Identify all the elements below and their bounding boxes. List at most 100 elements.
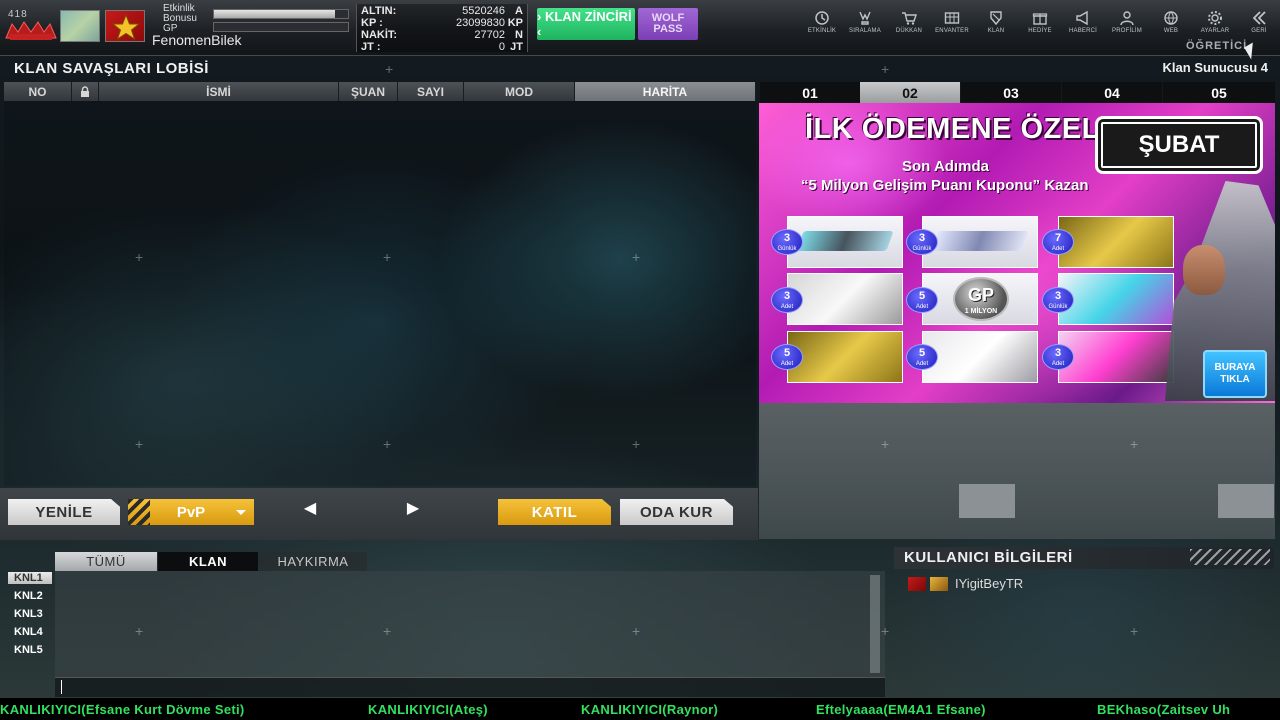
- column-map[interactable]: HARİTA: [575, 82, 756, 101]
- event-bonus-label: Etkinlik Bonusu: [163, 3, 197, 24]
- channel-knl2[interactable]: KNL2: [8, 590, 52, 602]
- crosshair-decoration: +: [385, 61, 394, 77]
- ticker-item: Eftelyaaaa(EM4A1 Efsane): [816, 702, 986, 717]
- inventory-icon: [944, 12, 960, 24]
- rank-badge[interactable]: [105, 10, 145, 42]
- banner-info-area: [759, 403, 1275, 539]
- channel-knl4[interactable]: KNL4: [8, 626, 52, 638]
- banner-tab-02[interactable]: 02: [860, 82, 960, 103]
- chat-tab-all[interactable]: TÜMÜ: [55, 552, 157, 571]
- banner-tab-04[interactable]: 04: [1062, 82, 1162, 103]
- username: FenomenBilek: [152, 32, 242, 48]
- profile-icon: [1120, 11, 1134, 26]
- nav-clan[interactable]: KLAN: [975, 10, 1017, 34]
- prize-count-badge: 7 Adet: [1042, 229, 1074, 255]
- room-list[interactable]: [4, 101, 756, 486]
- banner-subtitle-2: “5 Milyon Gelişim Puanı Kuponu” Kazan: [801, 177, 1089, 194]
- column-current[interactable]: ŞUAN: [339, 82, 398, 101]
- globe-icon: [1164, 11, 1178, 25]
- next-page-button[interactable]: ▶: [403, 499, 423, 519]
- ticker-item: KANLIKIYICI(Efsane Kurt Dövme Seti): [0, 702, 245, 717]
- nav-gift[interactable]: HEDİYE: [1019, 10, 1061, 34]
- chat-tab-clan[interactable]: KLAN: [158, 552, 258, 571]
- prize-item: [1058, 273, 1174, 325]
- banner-month: ŞUBAT: [1095, 116, 1263, 174]
- channel-knl3[interactable]: KNL3: [8, 608, 52, 620]
- clan-chain-button[interactable]: › KLAN ZİNCİRİ ‹: [537, 8, 635, 40]
- banner-subtitle: Son Adımda: [902, 158, 989, 175]
- nav-profile[interactable]: PROFİLİM: [1106, 10, 1148, 34]
- lock-icon: [81, 86, 89, 97]
- nav-messenger[interactable]: HABERCİ: [1062, 10, 1104, 34]
- chat-scrollbar[interactable]: [870, 575, 880, 673]
- gear-icon: [1208, 11, 1222, 25]
- tutorial-button[interactable]: ÖĞRETİCİ: [1186, 40, 1247, 52]
- prize-item: [1058, 216, 1174, 268]
- crosshair-decoration: +: [881, 61, 890, 77]
- gift-icon: [1032, 13, 1048, 25]
- prev-page-button[interactable]: ◀: [300, 499, 320, 519]
- crosshair-decoration: +: [135, 436, 144, 452]
- column-count[interactable]: SAYI: [398, 82, 464, 101]
- lobby-title: KLAN SAVAŞLARI LOBİSİ: [14, 60, 209, 77]
- ticker-item: KANLIKIYICI(Ateş): [368, 702, 488, 717]
- click-here-button[interactable]: BURAYA TIKLA: [1203, 350, 1267, 398]
- create-room-button[interactable]: ODA KUR: [620, 499, 733, 525]
- prize-count-badge: 5 Adet: [771, 344, 803, 370]
- nav-web[interactable]: WEB: [1150, 10, 1192, 34]
- nav-shop[interactable]: DÜKKAN: [888, 10, 930, 34]
- chat-tab-shout[interactable]: HAYKIRMA: [259, 552, 367, 571]
- column-name[interactable]: İSMİ: [99, 82, 339, 101]
- column-mode[interactable]: MOD: [464, 82, 575, 101]
- banner-tab-03[interactable]: 03: [961, 82, 1061, 103]
- nav-inventory[interactable]: ENVANTER: [931, 10, 973, 34]
- prize-count-badge: 5 Adet: [906, 287, 938, 313]
- server-name: Klan Sunucusu 4: [1162, 60, 1268, 75]
- prize-count-badge: 3 Adet: [771, 287, 803, 313]
- refresh-button[interactable]: YENİLE: [8, 499, 120, 525]
- panel-block: [1218, 484, 1274, 518]
- chat-input[interactable]: [55, 677, 885, 697]
- promo-banner[interactable]: İLK ÖDEMENE ÖZEL ŞUBAT Son Adımda “5 Mil…: [759, 103, 1275, 403]
- nav-back[interactable]: GERİ: [1238, 10, 1280, 34]
- crosshair-decoration: +: [383, 623, 392, 639]
- prize-count-badge: 3 Günlük: [906, 229, 938, 255]
- shield-icon: [990, 11, 1002, 26]
- chevron-down-icon: [236, 510, 246, 515]
- clan-emblem[interactable]: [60, 10, 100, 42]
- channel-knl5[interactable]: KNL5: [8, 644, 52, 656]
- trophy-icon: [859, 11, 871, 25]
- channel-knl1[interactable]: KNL1: [8, 572, 52, 584]
- column-lock[interactable]: [72, 82, 99, 101]
- mode-select[interactable]: PvP: [128, 499, 254, 525]
- user-clan-icon: [930, 577, 948, 591]
- prize-item: [1058, 331, 1174, 383]
- prize-item: [787, 331, 903, 383]
- nav-event[interactable]: ETKİNLİK: [801, 10, 843, 34]
- banner-tab-05[interactable]: 05: [1163, 82, 1275, 103]
- nav-ranking[interactable]: SIRALAMA: [844, 10, 886, 34]
- user-name[interactable]: IYigitBeyTR: [955, 576, 1023, 591]
- banner-tab-01[interactable]: 01: [760, 82, 860, 103]
- back-icon: [1252, 11, 1266, 25]
- cart-icon: [902, 12, 917, 25]
- prize-item: [922, 331, 1038, 383]
- crosshair-decoration: +: [1130, 436, 1139, 452]
- event-bonus-bar: [213, 9, 349, 19]
- wolf-pass-button[interactable]: WOLF PASS: [638, 8, 698, 40]
- stripes-decoration: [1190, 549, 1270, 565]
- column-no[interactable]: NO: [4, 82, 72, 101]
- crosshair-decoration: +: [135, 623, 144, 639]
- chat-log[interactable]: [55, 571, 885, 677]
- crosshair-decoration: +: [135, 249, 144, 265]
- gp-coin-icon: GP 1 MİLYON: [953, 277, 1009, 321]
- join-button[interactable]: KATIL: [498, 499, 611, 525]
- crosshair-decoration: +: [632, 436, 641, 452]
- prize-count-badge: 3 Günlük: [771, 229, 803, 255]
- prize-count-badge: 3 Adet: [1042, 344, 1074, 370]
- prize-item: [787, 273, 903, 325]
- text-caret: [61, 680, 62, 694]
- hero-head: [1183, 245, 1225, 295]
- nav-settings[interactable]: AYARLAR: [1194, 10, 1236, 34]
- crosshair-decoration: +: [881, 623, 890, 639]
